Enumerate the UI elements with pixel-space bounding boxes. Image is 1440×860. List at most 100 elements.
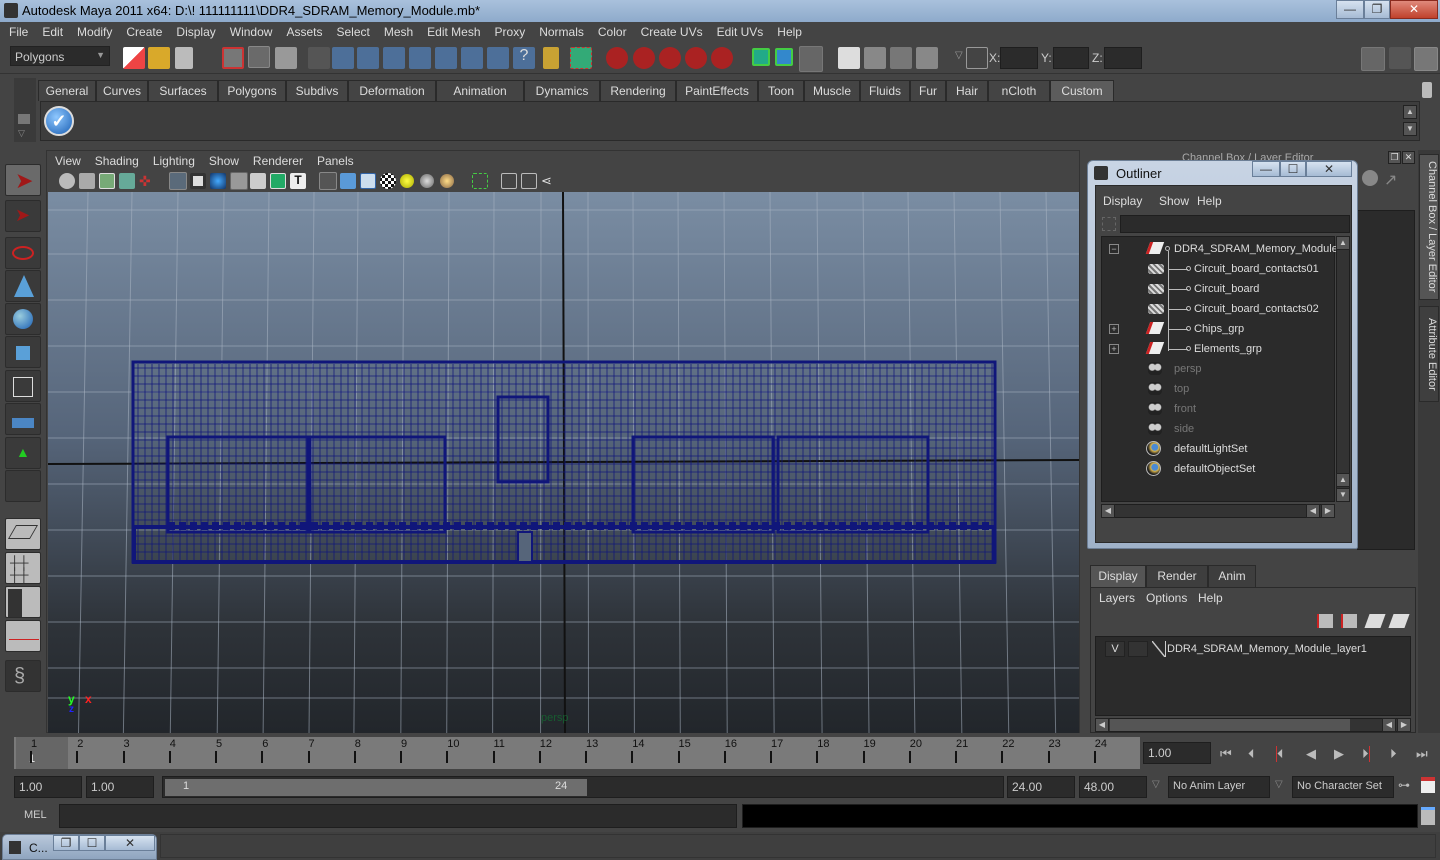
select-by-object-icon[interactable]	[248, 46, 270, 68]
wireframe-icon[interactable]	[319, 172, 337, 190]
outliner-item[interactable]: persp	[1102, 359, 1336, 379]
layer-menu-options[interactable]: Options	[1146, 591, 1187, 605]
layer-name[interactable]: DDR4_SDRAM_Memory_Module_layer1	[1167, 643, 1367, 655]
menu-display[interactable]: Display	[169, 22, 222, 39]
layer-tab-render[interactable]: Render	[1146, 565, 1208, 587]
universal-manipulator-tool[interactable]	[5, 370, 41, 402]
tab-channel-box-layer-editor[interactable]: Channel Box / Layer Editor	[1419, 154, 1439, 300]
step-back-key-button[interactable]: ⏴	[1276, 746, 1284, 762]
shelf-tab-fluids[interactable]: Fluids	[860, 80, 910, 101]
snap-to-view-plane-icon[interactable]	[685, 47, 707, 69]
menu-mesh[interactable]: Mesh	[377, 22, 420, 39]
scroll-left-button-right[interactable]: ◀	[1306, 504, 1320, 518]
shelf-tab-ncloth[interactable]: nCloth	[988, 80, 1050, 101]
layout-four-pane[interactable]: ┼┼ ┼┼	[5, 552, 41, 584]
input-connections-icon[interactable]	[752, 48, 770, 66]
tool-settings-toggle-icon[interactable]	[1389, 47, 1411, 69]
attribute-editor-toggle-icon[interactable]	[1361, 47, 1385, 71]
script-editor-icon[interactable]	[1421, 807, 1435, 825]
gate-mask-icon[interactable]	[230, 172, 248, 190]
outliner-menu-display[interactable]: Display	[1103, 194, 1142, 208]
menu-create[interactable]: Create	[119, 22, 169, 39]
select-by-component-icon[interactable]	[275, 47, 297, 69]
anim-layer-dropdown-icon[interactable]: ▽	[1152, 779, 1160, 790]
select-surfaces-icon[interactable]	[409, 47, 431, 69]
scroll-up-button[interactable]: ▲	[1336, 236, 1350, 250]
layer-scroll-left-button[interactable]: ◀	[1095, 718, 1109, 732]
shelf-tab-painteffects[interactable]: PaintEffects	[676, 80, 758, 101]
shelf-scroll-down-button[interactable]: ▼	[1403, 122, 1417, 136]
viewport-menu-lighting[interactable]: Lighting	[145, 151, 201, 168]
layout-outliner-persp[interactable]	[5, 586, 41, 618]
render-current-frame-icon[interactable]	[864, 47, 886, 69]
close-panel-button[interactable]: ✕	[1402, 151, 1415, 164]
menu-window[interactable]: Window	[223, 22, 280, 39]
transform-field-mode-icon[interactable]	[966, 47, 988, 69]
play-backwards-button[interactable]: ◀	[1306, 746, 1316, 762]
layer-menu-help[interactable]: Help	[1198, 591, 1223, 605]
outliner-item[interactable]: Circuit_board_contacts02	[1102, 299, 1336, 319]
playback-end-field[interactable]: 24.00	[1007, 776, 1075, 798]
tab-attribute-editor[interactable]: Attribute Editor	[1419, 306, 1439, 402]
snap-to-curve-icon[interactable]	[633, 47, 655, 69]
ipr-render-icon[interactable]	[890, 47, 912, 69]
create-layer-from-selection-icon[interactable]	[1388, 614, 1410, 628]
outliner-item[interactable]: Circuit_board_contacts01	[1102, 259, 1336, 279]
channel-display-icon[interactable]	[1362, 170, 1378, 186]
expand-icon[interactable]: +	[1109, 344, 1119, 354]
output-connections-icon[interactable]	[775, 48, 793, 66]
shelf-tab-general[interactable]: General	[38, 80, 96, 101]
lasso-tool[interactable]: ➤	[5, 200, 41, 232]
snap-to-point-icon[interactable]	[659, 47, 681, 69]
outliner-search-input[interactable]	[1120, 215, 1350, 233]
safe-action-icon[interactable]	[270, 173, 286, 189]
bookmark-icon[interactable]	[99, 173, 115, 189]
shelf-tab-dynamics[interactable]: Dynamics	[524, 80, 600, 101]
xray-icon[interactable]	[501, 173, 517, 189]
outliner-item[interactable]: top	[1102, 379, 1336, 399]
character-set-dropdown-icon[interactable]: ▽	[1275, 779, 1283, 790]
scroll-right-button[interactable]: ▶	[1321, 504, 1335, 518]
shelf-tab-curves[interactable]: Curves	[96, 80, 148, 101]
camera-attributes-icon[interactable]	[79, 173, 95, 189]
wireframe-on-shaded-icon[interactable]	[360, 173, 376, 189]
select-curves-icon[interactable]	[383, 47, 405, 69]
z-field[interactable]	[1104, 47, 1142, 69]
play-forwards-button[interactable]: ▶	[1334, 746, 1344, 762]
menu-help[interactable]: Help	[770, 22, 809, 39]
shelf-tab-deformation[interactable]: Deformation	[348, 80, 436, 101]
layer-scroll-left-button-right[interactable]: ◀	[1382, 718, 1396, 732]
share-icon[interactable]: ⋖	[541, 173, 557, 189]
paint-select-tool[interactable]	[5, 237, 41, 269]
layer-type-toggle[interactable]	[1128, 641, 1148, 657]
menu-select[interactable]: Select	[329, 22, 376, 39]
shelf-tab-rendering[interactable]: Rendering	[600, 80, 676, 101]
animation-end-field[interactable]: 48.00	[1079, 776, 1147, 798]
outliner-minimize-button[interactable]: —	[1252, 161, 1280, 177]
shelf-tab-animation[interactable]: Animation	[436, 80, 524, 101]
viewport-menu-view[interactable]: View	[47, 151, 87, 168]
playback-start-field[interactable]: 1.00	[86, 776, 154, 798]
help-question-icon[interactable]: ?	[513, 47, 535, 69]
manip-arrow-icon[interactable]: ↗	[1384, 170, 1400, 189]
step-forward-frame-button[interactable]: ⏵	[1390, 746, 1397, 762]
select-joints-icon[interactable]	[357, 47, 379, 69]
menu-proxy[interactable]: Proxy	[488, 22, 533, 39]
shelf-tab-polygons[interactable]: Polygons	[218, 80, 286, 101]
resolution-gate-icon[interactable]	[210, 173, 226, 189]
select-rendering-icon[interactable]	[487, 47, 509, 69]
current-time-field[interactable]: 1.00	[1143, 742, 1211, 764]
layer-scroll-right-button[interactable]: ▶	[1397, 718, 1411, 732]
layer-row[interactable]: V DDR4_SDRAM_Memory_Module_layer1	[1100, 639, 1410, 659]
shelf-tab-toon[interactable]: Toon	[758, 80, 804, 101]
save-scene-icon[interactable]	[175, 47, 193, 69]
move-layer-down-icon[interactable]	[1341, 614, 1357, 628]
make-live-icon[interactable]	[711, 47, 733, 69]
trash-icon[interactable]	[1422, 82, 1432, 98]
minimize-button[interactable]: —	[1336, 0, 1364, 19]
layout-persp-graph[interactable]	[5, 620, 41, 652]
outliner-item[interactable]: defaultObjectSet	[1102, 459, 1336, 479]
select-by-hierarchy-icon[interactable]	[222, 47, 244, 69]
shelf-tab-subdivs[interactable]: Subdivs	[286, 80, 348, 101]
render-view-icon[interactable]	[838, 47, 860, 69]
